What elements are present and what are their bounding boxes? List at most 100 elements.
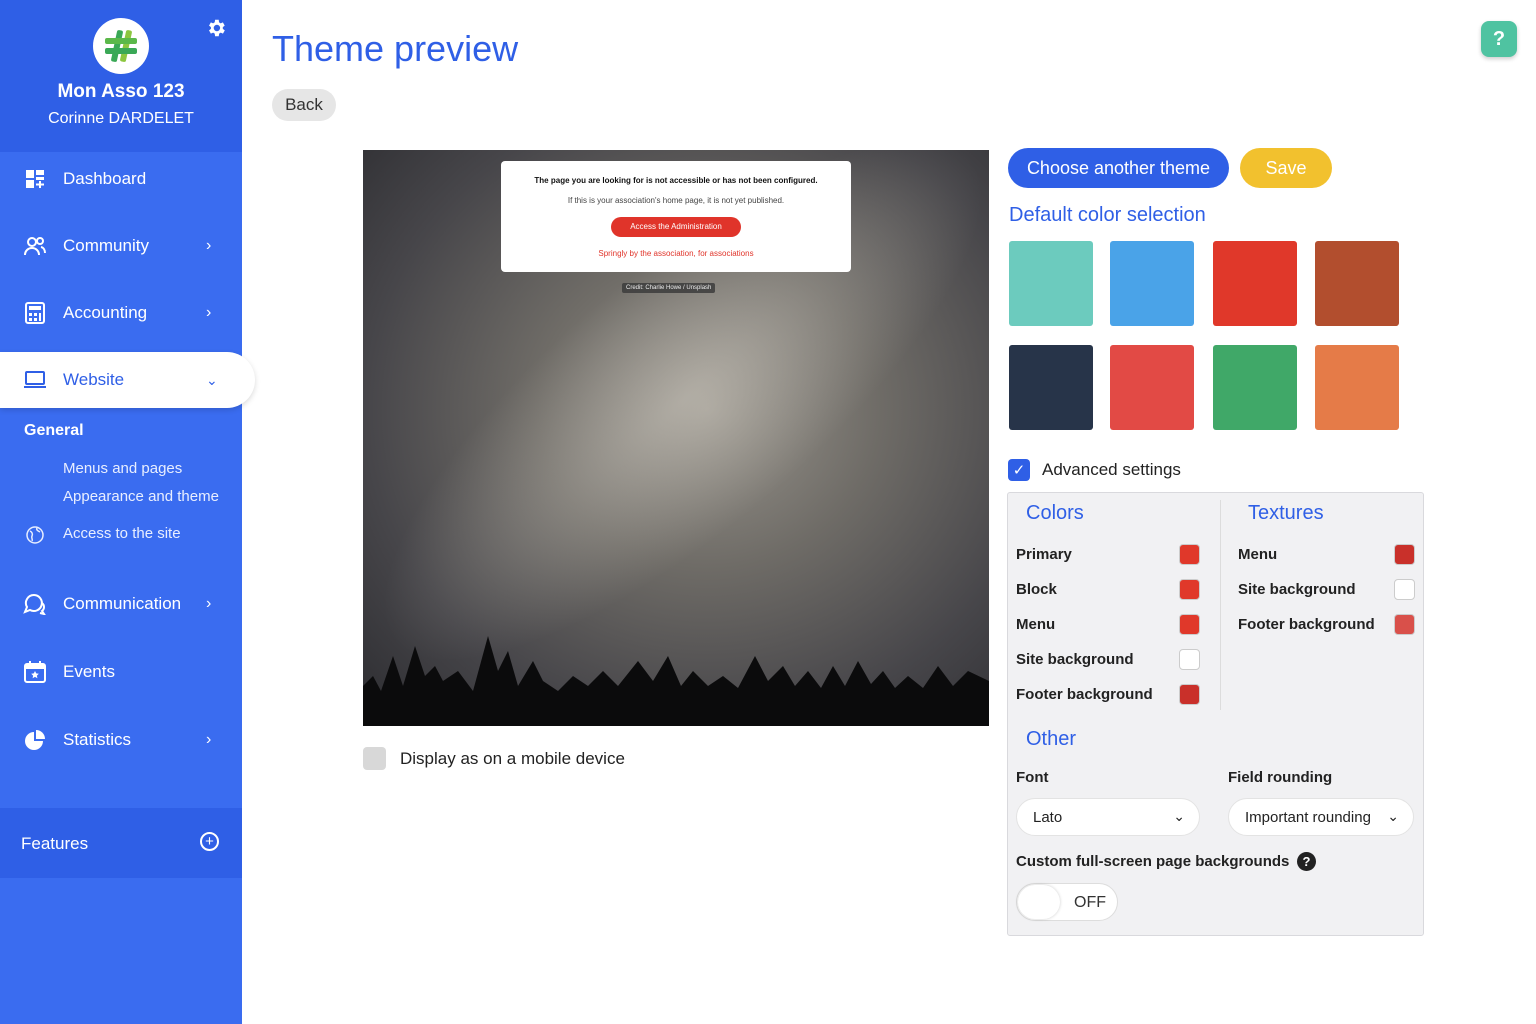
pie-chart-icon (23, 728, 47, 752)
toggle-knob (1018, 885, 1060, 919)
tree-silhouette-illustration (363, 636, 989, 726)
submenu-link-menus-pages[interactable]: Menus and pages (63, 460, 182, 477)
setting-label: Menu (1016, 616, 1056, 633)
color-picker-swatch[interactable] (1179, 684, 1200, 705)
chevron-right-icon: › (206, 595, 212, 612)
color-swatch[interactable] (1009, 241, 1093, 326)
mobile-display-checkbox[interactable] (363, 747, 386, 770)
sidebar-item-label: Community (63, 236, 149, 255)
custom-backgrounds-toggle[interactable]: OFF (1016, 883, 1118, 921)
calendar-icon (23, 660, 47, 684)
sidebar-item-community[interactable]: Community › (0, 218, 242, 274)
section-divider (1220, 500, 1221, 710)
color-swatch[interactable] (1315, 345, 1399, 430)
preview-message: The page you are looking for is not acce… (534, 176, 818, 185)
custom-backgrounds-label: Custom full-screen page backgrounds (1016, 853, 1290, 870)
user-name: Corinne DARDELET (48, 110, 194, 127)
chevron-down-icon: ⌄ (1387, 808, 1399, 824)
sidebar-item-label: Communication (63, 594, 182, 613)
page-title: Theme preview (272, 28, 519, 69)
submenu-link-appearance-theme[interactable]: Appearance and theme (63, 488, 219, 505)
color-picker-swatch[interactable] (1179, 579, 1200, 600)
color-swatch[interactable] (1213, 241, 1297, 326)
color-swatch[interactable] (1213, 345, 1297, 430)
preview-photo-credit: Credit: Charlie Howe / Unsplash (622, 283, 716, 293)
setting-label: Site background (1238, 581, 1356, 598)
preview-message-card: The page you are looking for is not acce… (501, 161, 851, 272)
field-rounding-label: Field rounding (1228, 769, 1333, 786)
chevron-down-icon: ⌄ (206, 371, 218, 388)
color-swatch[interactable] (1315, 241, 1399, 326)
sidebar-item-communication[interactable]: Communication › (0, 576, 242, 632)
color-swatch[interactable] (1009, 345, 1093, 430)
organization-name: Mon Asso 123 (57, 81, 185, 102)
sidebar-header: Mon Asso 123 Corinne DARDELET (0, 0, 242, 152)
accounting-icon (23, 301, 47, 325)
color-swatch[interactable] (1110, 241, 1194, 326)
color-picker-swatch[interactable] (1179, 614, 1200, 635)
features-label: Features (21, 834, 89, 853)
submenu-link-site-access[interactable]: Access to the site (63, 525, 181, 542)
setting-label: Primary (1016, 546, 1072, 563)
mobile-display-label: Display as on a mobile device (400, 749, 625, 768)
sidebar-item-label: Statistics (63, 730, 132, 749)
chat-icon (23, 592, 47, 616)
chevron-right-icon: › (206, 237, 212, 254)
chevron-right-icon: › (206, 304, 212, 321)
community-icon (23, 234, 47, 258)
color-picker-swatch[interactable] (1394, 614, 1415, 635)
logo-icon (105, 30, 137, 62)
default-color-title: Default color selection (1009, 204, 1206, 226)
color-picker-swatch[interactable] (1394, 544, 1415, 565)
sidebar-item-label: Events (63, 662, 115, 681)
sidebar-item-label: Website (63, 370, 125, 389)
dashboard-icon (23, 167, 47, 191)
submenu-heading: General (24, 422, 84, 439)
field-rounding-select-value: Important rounding (1245, 809, 1371, 826)
color-picker-swatch[interactable] (1179, 544, 1200, 565)
laptop-icon (23, 368, 47, 392)
features-section[interactable]: Features + (0, 808, 242, 878)
setting-label: Block (1016, 581, 1057, 598)
preview-sub-message: If this is your association's home page,… (567, 196, 785, 205)
sidebar-item-label: Accounting (63, 303, 148, 322)
save-button[interactable]: Save (1240, 148, 1332, 188)
sidebar-item-accounting[interactable]: Accounting › (0, 285, 242, 341)
sidebar-item-statistics[interactable]: Statistics › (0, 712, 242, 768)
add-circle-icon[interactable]: + (200, 832, 219, 851)
association-logo[interactable] (93, 18, 149, 74)
settings-gear-icon[interactable] (205, 17, 227, 43)
setting-label: Menu (1238, 546, 1278, 563)
textures-section-title: Textures (1248, 502, 1324, 524)
setting-label: Site background (1016, 651, 1134, 668)
theme-preview-frame: The page you are looking for is not acce… (363, 150, 989, 726)
advanced-settings-checkbox[interactable]: ✓ (1008, 459, 1030, 481)
color-picker-swatch[interactable] (1394, 579, 1415, 600)
color-picker-swatch[interactable] (1179, 649, 1200, 670)
question-icon[interactable]: ? (1297, 852, 1316, 871)
globe-icon (26, 526, 44, 549)
field-rounding-select[interactable]: Important rounding ⌄ (1228, 798, 1414, 836)
font-label: Font (1016, 769, 1049, 786)
other-section-title: Other (1026, 728, 1077, 750)
preview-tagline: Springly by the association, for associa… (598, 249, 754, 258)
sidebar-item-label: Dashboard (63, 169, 147, 188)
font-select[interactable]: Lato ⌄ (1016, 798, 1200, 836)
setting-label: Footer background (1016, 686, 1153, 703)
advanced-settings-label: Advanced settings (1042, 460, 1181, 479)
chevron-right-icon: › (206, 731, 212, 748)
toggle-state: OFF (1074, 894, 1106, 911)
help-icon[interactable]: ? (1481, 21, 1517, 57)
sidebar-item-events[interactable]: Events (0, 644, 242, 700)
sidebar: Mon Asso 123 Corinne DARDELET Dashboard … (0, 0, 255, 1024)
back-button[interactable]: Back (272, 89, 336, 121)
setting-label: Footer background (1238, 616, 1375, 633)
choose-theme-button[interactable]: Choose another theme (1008, 148, 1229, 188)
sidebar-item-dashboard[interactable]: Dashboard (0, 151, 242, 207)
color-swatch[interactable] (1110, 345, 1194, 430)
sidebar-item-website[interactable]: Website ⌄ (0, 352, 255, 408)
chevron-down-icon: ⌄ (1173, 808, 1185, 824)
font-select-value: Lato (1033, 809, 1063, 826)
preview-admin-button: Access the Administration (611, 217, 741, 237)
colors-section-title: Colors (1026, 502, 1084, 524)
